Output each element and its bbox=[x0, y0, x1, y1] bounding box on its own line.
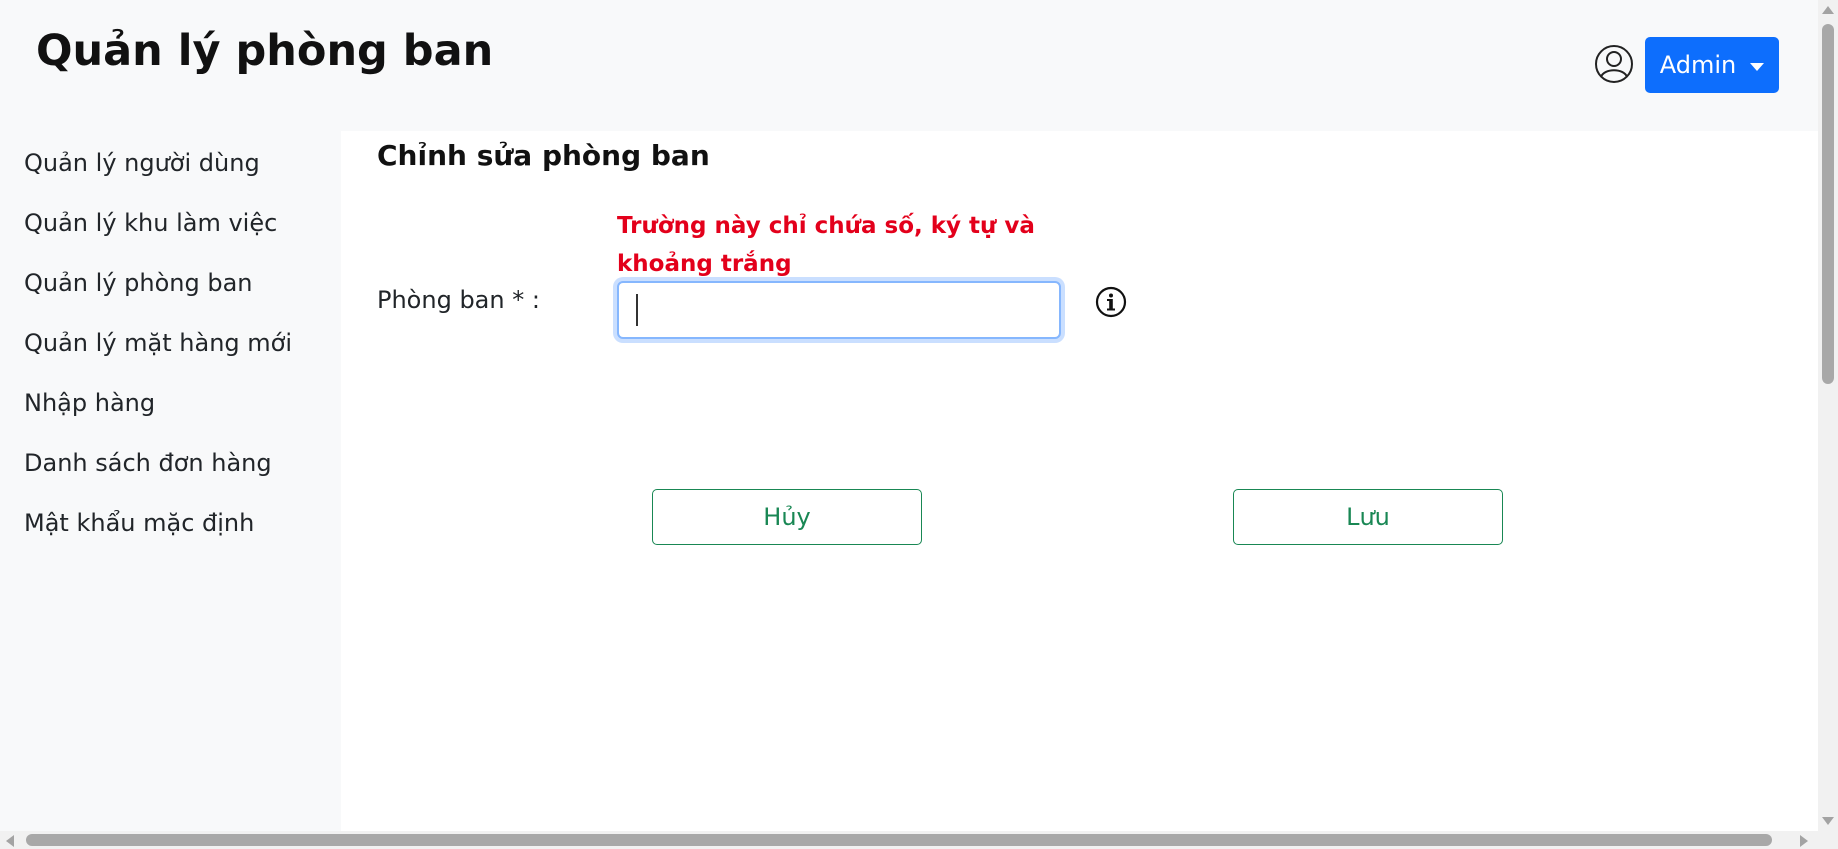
vertical-scroll-thumb[interactable] bbox=[1822, 24, 1834, 384]
horizontal-scrollbar[interactable] bbox=[0, 831, 1838, 849]
main-content: Chỉnh sửa phòng ban Trường này chỉ chứa … bbox=[341, 131, 1818, 831]
sidebar-item-default-password[interactable]: Mật khẩu mặc định bbox=[24, 509, 254, 537]
sidebar-item-workspaces[interactable]: Quản lý khu làm việc bbox=[24, 209, 277, 237]
cancel-button[interactable]: Hủy bbox=[652, 489, 922, 545]
scroll-right-arrow-icon[interactable] bbox=[1800, 835, 1808, 847]
department-field-label: Phòng ban * : bbox=[377, 286, 540, 314]
header: Quản lý phòng ban Admin bbox=[0, 0, 1818, 131]
vertical-scrollbar[interactable] bbox=[1818, 0, 1838, 831]
validation-error: Trường này chỉ chứa số, ký tự và khoảng … bbox=[617, 213, 1035, 277]
save-button[interactable]: Lưu bbox=[1233, 489, 1503, 545]
scroll-down-arrow-icon[interactable] bbox=[1822, 817, 1834, 825]
caret-down-icon bbox=[1750, 62, 1765, 71]
info-circle-icon[interactable] bbox=[1095, 286, 1127, 318]
user-circle-icon[interactable] bbox=[1594, 44, 1634, 84]
sidebar-item-orders[interactable]: Danh sách đơn hàng bbox=[24, 449, 272, 477]
sidebar-item-new-items[interactable]: Quản lý mặt hàng mới bbox=[24, 329, 292, 357]
section-title: Chỉnh sửa phòng ban bbox=[377, 139, 710, 172]
horizontal-scroll-thumb[interactable] bbox=[26, 834, 1772, 846]
sidebar-item-departments[interactable]: Quản lý phòng ban bbox=[24, 269, 253, 297]
sidebar: Quản lý người dùng Quản lý khu làm việc … bbox=[0, 131, 340, 831]
department-input[interactable] bbox=[617, 281, 1061, 339]
text-cursor bbox=[636, 294, 638, 326]
sidebar-item-import[interactable]: Nhập hàng bbox=[24, 389, 155, 417]
scroll-up-arrow-icon[interactable] bbox=[1822, 6, 1834, 14]
admin-menu-button[interactable]: Admin bbox=[1645, 37, 1779, 93]
scroll-left-arrow-icon[interactable] bbox=[6, 835, 14, 847]
sidebar-item-users[interactable]: Quản lý người dùng bbox=[24, 149, 260, 177]
admin-menu-label: Admin bbox=[1659, 51, 1737, 79]
page-title: Quản lý phòng ban bbox=[36, 26, 494, 76]
